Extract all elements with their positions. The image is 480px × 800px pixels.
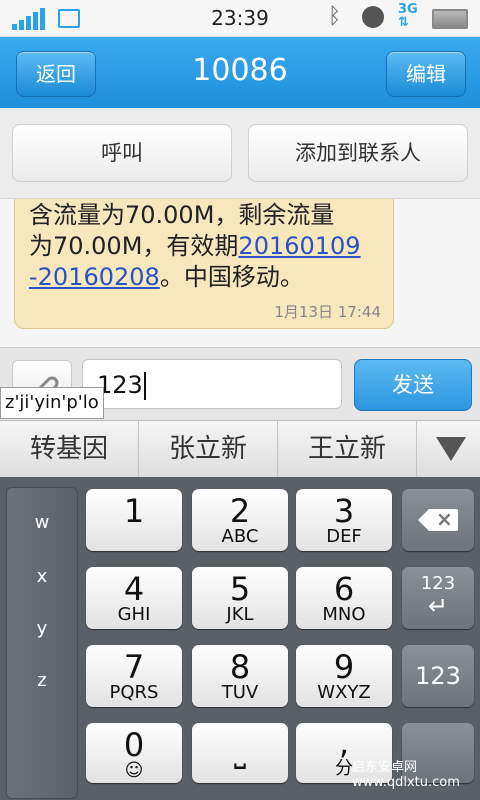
key-0[interactable]: 0 ☺ xyxy=(86,723,182,783)
message-bubble[interactable]: 含流量为70.00M，剩余流量 为70.00M，有效期20160109 -20160… xyxy=(14,199,394,329)
message-timestamp: 1月13日 17:44 xyxy=(274,303,381,321)
battery-icon xyxy=(432,9,468,29)
bluetooth-icon: ᛒ xyxy=(328,4,342,29)
letter-option[interactable]: y xyxy=(7,618,77,639)
key-2[interactable]: 2 ABC xyxy=(192,489,288,551)
letter-option[interactable]: z xyxy=(7,670,77,691)
candidate-item[interactable]: 张立新 xyxy=(139,421,278,477)
backspace-icon: × xyxy=(418,508,458,531)
key-7[interactable]: 7 PQRS xyxy=(86,645,182,707)
network-3g-icon: 3G ⇅ xyxy=(398,2,418,30)
alarm-icon xyxy=(362,6,384,28)
t9-keyboard: w x y z 1 2 ABC 3 DEF × 4 GHI 5 JKL 6 MNO 123… xyxy=(0,477,480,800)
key-9[interactable]: 9 WXYZ xyxy=(296,645,392,707)
letter-option[interactable]: w xyxy=(7,512,77,533)
key-4[interactable]: 4 GHI xyxy=(86,567,182,629)
expand-candidates-icon[interactable] xyxy=(436,437,466,461)
letter-picker[interactable]: w x y z xyxy=(6,487,78,799)
enter-key[interactable]: 123 ↵ xyxy=(402,567,474,629)
candidate-item[interactable]: 王立新 xyxy=(278,421,417,477)
space-key[interactable]: ⎵ xyxy=(192,723,288,783)
key-6[interactable]: 6 MNO xyxy=(296,567,392,629)
enter-key-label: 123 xyxy=(420,573,456,594)
edit-button[interactable]: 编辑 xyxy=(386,51,466,97)
space-icon: ⎵ xyxy=(234,735,246,770)
key-3[interactable]: 3 DEF xyxy=(296,489,392,551)
candidate-item[interactable]: 转基因 xyxy=(0,421,139,477)
status-bar: 23:39 ᛒ 3G ⇅ xyxy=(0,0,480,37)
watermark: 启东安卓网 www.qdlxtu.com xyxy=(352,760,460,790)
add-to-contacts-button[interactable]: 添加到联系人 xyxy=(248,124,468,182)
candidate-bar: 转基因 张立新 王立新 xyxy=(0,420,480,478)
message-input[interactable]: 123 xyxy=(82,359,342,409)
backspace-key[interactable]: × xyxy=(402,489,474,551)
date-link[interactable]: 20160109 xyxy=(238,232,360,260)
contact-actions: 呼叫 添加到联系人 xyxy=(0,108,480,199)
key-1[interactable]: 1 xyxy=(86,489,182,551)
conversation-area[interactable]: 含流量为70.00M，剩余流量 为70.00M，有效期20160109 -20160… xyxy=(0,199,480,347)
key-5[interactable]: 5 JKL xyxy=(192,567,288,629)
call-button[interactable]: 呼叫 xyxy=(12,124,232,182)
date-link-continued[interactable]: -20160208 xyxy=(29,263,160,291)
title-bar: 返回 10086 编辑 xyxy=(0,37,480,108)
send-button[interactable]: 发送 xyxy=(354,359,472,411)
key-8[interactable]: 8 TUV xyxy=(192,645,288,707)
letter-option[interactable]: x xyxy=(7,566,77,587)
enter-icon: ↵ xyxy=(427,592,449,620)
pinyin-composition: z'ji'yin'p'lo xyxy=(0,387,104,419)
number-mode-key[interactable]: 123 xyxy=(402,645,474,707)
message-text: 含流量为70.00M，剩余流量 为70.00M，有效期20160109 -20160… xyxy=(29,201,361,291)
